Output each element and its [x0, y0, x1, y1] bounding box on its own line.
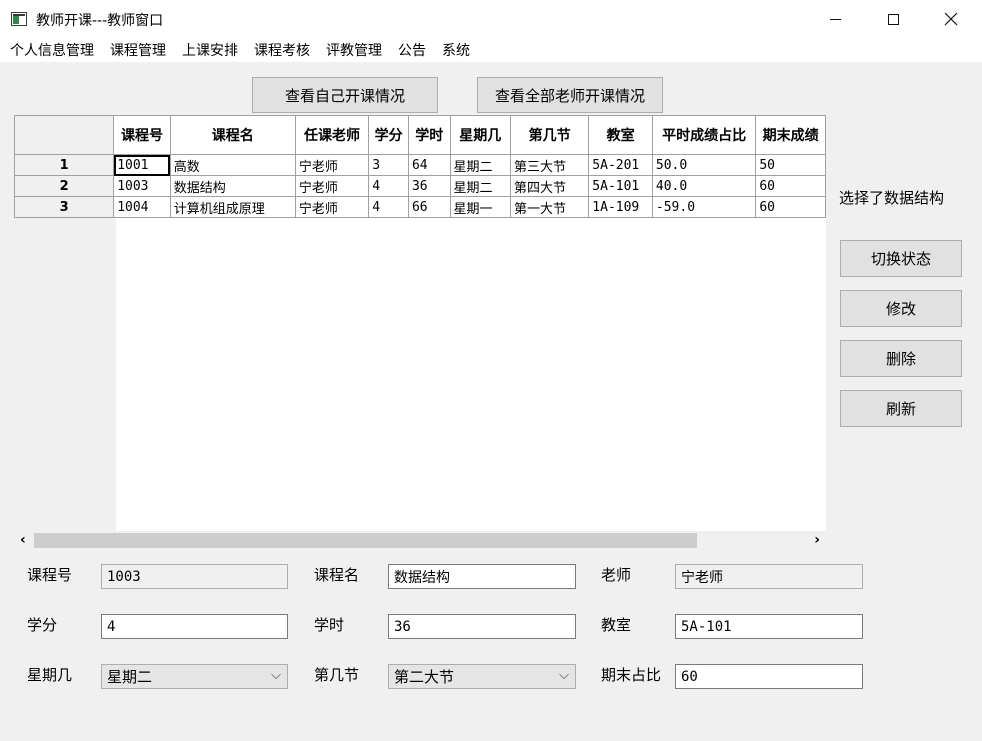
course-table[interactable]: 课程号 课程名 任课老师 学分 学时 星期几 第几节 教室 平时成绩占比 期末成…: [14, 115, 826, 531]
column-header[interactable]: 学时: [407, 115, 451, 155]
credit-field[interactable]: 4: [101, 614, 288, 639]
menu-course-assessment[interactable]: 课程考核: [254, 40, 310, 60]
period-select[interactable]: 第二大节 ⌵: [388, 664, 576, 689]
table-cell[interactable]: 36: [407, 175, 451, 197]
column-header[interactable]: 星期几: [449, 115, 512, 155]
weekday-label: 星期几: [27, 666, 73, 684]
table-cell[interactable]: 宁老师: [294, 154, 370, 176]
period-label: 第几节: [314, 666, 360, 684]
table-cell[interactable]: 计算机组成原理: [169, 196, 296, 218]
menu-personal-info[interactable]: 个人信息管理: [10, 40, 94, 60]
table-row[interactable]: 2 1003 数据结构 宁老师 4 36 星期二 第四大节 5A-101 40.…: [14, 175, 826, 197]
table-cell[interactable]: 50.0: [651, 154, 757, 176]
column-header[interactable]: 课程号: [113, 115, 171, 155]
close-button[interactable]: [922, 0, 980, 38]
scroll-right-icon[interactable]: ›: [814, 532, 820, 548]
title-bar: 教师开课---教师窗口: [0, 0, 982, 38]
table-cell[interactable]: 40.0: [651, 175, 757, 197]
edit-button[interactable]: 修改: [840, 290, 962, 327]
app-icon: [11, 12, 27, 26]
column-header[interactable]: 课程名: [169, 115, 296, 155]
row-header[interactable]: 2: [14, 175, 115, 197]
table-cell[interactable]: 4: [368, 175, 409, 197]
table-cell[interactable]: 第四大节: [509, 175, 590, 197]
row-header[interactable]: 1: [14, 154, 115, 176]
course-id-field: 1003: [101, 564, 288, 589]
table-cell[interactable]: 1001: [113, 154, 171, 176]
table-cell[interactable]: 50: [755, 154, 826, 176]
weekday-value: 星期二: [107, 668, 153, 686]
table-corner[interactable]: [14, 115, 115, 155]
table-cell[interactable]: 4: [368, 196, 409, 218]
course-id-label: 课程号: [27, 566, 73, 584]
menu-system[interactable]: 系统: [442, 40, 470, 60]
column-header[interactable]: 教室: [588, 115, 653, 155]
table-cell[interactable]: 宁老师: [294, 175, 370, 197]
final-ratio-label: 期末占比: [601, 666, 662, 684]
column-header[interactable]: 任课老师: [294, 115, 370, 155]
minimize-icon: [829, 18, 841, 20]
room-field[interactable]: 5A-101: [675, 614, 863, 639]
table-cell[interactable]: 60: [755, 175, 826, 197]
toggle-state-button[interactable]: 切换状态: [840, 240, 962, 277]
table-cell[interactable]: 5A-101: [588, 175, 653, 197]
table-row[interactable]: 1 1001 高数 宁老师 3 64 星期二 第三大节 5A-201 50.0 …: [14, 154, 826, 176]
table-cell[interactable]: 星期二: [449, 154, 512, 176]
chevron-down-icon: ⌵: [271, 668, 281, 683]
column-header[interactable]: 平时成绩占比: [651, 115, 757, 155]
column-header[interactable]: 第几节: [509, 115, 590, 155]
scrollbar-thumb[interactable]: [34, 533, 697, 548]
view-own-courses-button[interactable]: 查看自己开课情况: [252, 77, 438, 113]
table-cell[interactable]: 数据结构: [169, 175, 296, 197]
menu-bar: 个人信息管理 课程管理 上课安排 课程考核 评教管理 公告 系统: [0, 38, 982, 62]
table-row[interactable]: 3 1004 计算机组成原理 宁老师 4 66 星期一 第一大节 1A-109 …: [14, 196, 826, 218]
table-cell[interactable]: 60: [755, 196, 826, 218]
table-cell[interactable]: 1004: [113, 196, 171, 218]
table-cell[interactable]: 星期二: [449, 175, 512, 197]
final-ratio-field[interactable]: 60: [675, 664, 863, 689]
hours-label: 学时: [314, 616, 345, 634]
menu-evaluation[interactable]: 评教管理: [326, 40, 382, 60]
horizontal-scrollbar[interactable]: ‹ ›: [14, 531, 826, 550]
course-name-label: 课程名: [314, 566, 360, 584]
row-header[interactable]: 3: [14, 196, 115, 218]
table-cell[interactable]: 第一大节: [509, 196, 590, 218]
scroll-left-icon[interactable]: ‹: [20, 532, 26, 548]
table-cell[interactable]: 64: [407, 154, 451, 176]
minimize-button[interactable]: [806, 0, 864, 38]
period-value: 第二大节: [394, 668, 455, 686]
column-header[interactable]: 期末成绩: [755, 115, 826, 155]
column-header[interactable]: 学分: [368, 115, 409, 155]
menu-class-schedule[interactable]: 上课安排: [182, 40, 238, 60]
close-icon: [944, 12, 958, 26]
weekday-select[interactable]: 星期二 ⌵: [101, 664, 288, 689]
table-cell[interactable]: 3: [368, 154, 409, 176]
hours-field[interactable]: 36: [388, 614, 576, 639]
menu-course-management[interactable]: 课程管理: [110, 40, 166, 60]
course-name-field[interactable]: 数据结构: [388, 564, 576, 589]
table-cell[interactable]: 66: [407, 196, 451, 218]
table-cell[interactable]: 1003: [113, 175, 171, 197]
table-header-row: 课程号 课程名 任课老师 学分 学时 星期几 第几节 教室 平时成绩占比 期末成…: [14, 115, 826, 155]
selection-status: 选择了数据结构: [839, 189, 945, 207]
table-cell[interactable]: -59.0: [651, 196, 757, 218]
table-cell[interactable]: 高数: [169, 154, 296, 176]
credit-label: 学分: [27, 616, 58, 634]
view-all-courses-button[interactable]: 查看全部老师开课情况: [477, 77, 663, 113]
maximize-button[interactable]: [864, 0, 922, 38]
table-cell[interactable]: 第三大节: [509, 154, 590, 176]
refresh-button[interactable]: 刷新: [840, 390, 962, 427]
teacher-label: 老师: [601, 566, 632, 584]
maximize-icon: [887, 13, 899, 25]
teacher-field: 宁老师: [675, 564, 863, 589]
window-title: 教师开课---教师窗口: [36, 13, 164, 29]
delete-button[interactable]: 删除: [840, 340, 962, 377]
table-cell[interactable]: 1A-109: [588, 196, 653, 218]
table-cell[interactable]: 5A-201: [588, 154, 653, 176]
chevron-down-icon: ⌵: [559, 668, 569, 683]
table-cell[interactable]: 宁老师: [294, 196, 370, 218]
table-cell[interactable]: 星期一: [449, 196, 512, 218]
menu-announcement[interactable]: 公告: [398, 40, 426, 60]
room-label: 教室: [601, 616, 632, 634]
